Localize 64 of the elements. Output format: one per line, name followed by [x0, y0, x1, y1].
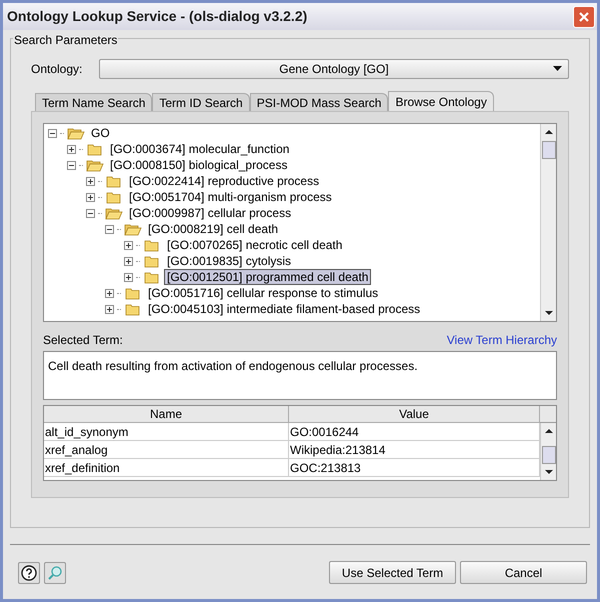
tree-item[interactable]: [GO:0012501] programmed cell death — [164, 269, 372, 285]
view-term-hierarchy-link[interactable]: View Term Hierarchy — [446, 331, 557, 349]
close-icon — [578, 10, 590, 22]
scrollbar[interactable] — [540, 423, 556, 480]
folder-icon — [143, 270, 161, 284]
expand-icon[interactable] — [124, 240, 133, 250]
collapse-icon[interactable] — [86, 208, 95, 218]
folder-icon — [124, 302, 142, 316]
collapse-icon[interactable] — [105, 224, 114, 234]
ontology-label: Ontology: — [31, 61, 84, 78]
tree-item[interactable]: [GO:0008150] biological_process — [107, 157, 290, 173]
tree-item[interactable]: [GO:0022414] reproductive process — [126, 173, 322, 189]
expand-icon[interactable] — [67, 144, 76, 154]
folder-icon — [143, 254, 161, 268]
close-button[interactable] — [573, 6, 595, 28]
table-cell: alt_id_synonym — [44, 423, 289, 440]
window-title: Ontology Lookup Service - (ols-dialog v3.2.2) — [7, 7, 308, 26]
open-folder-icon — [86, 158, 104, 172]
tree-item[interactable]: [GO:0070265] necrotic cell death — [164, 237, 346, 253]
help-icon — [21, 564, 37, 580]
dialog-button[interactable]: Cancel — [460, 561, 587, 584]
tree-item[interactable]: [GO:0051704] multi-organism process — [126, 189, 335, 205]
folder-icon — [143, 238, 161, 252]
table-cell: xref_definition — [44, 459, 289, 476]
column-header[interactable]: Name — [44, 406, 289, 423]
ontology-dropdown[interactable]: Gene Ontology [GO] — [99, 59, 569, 79]
scroll-thumb[interactable] — [542, 446, 556, 464]
dropdown-arrow-icon — [553, 66, 562, 72]
folder-icon — [105, 190, 123, 204]
tree-item[interactable]: [GO:0051716] cellular response to stimulus — [145, 285, 382, 301]
expand-icon[interactable] — [86, 192, 95, 202]
help-button[interactable] — [18, 562, 40, 584]
tab[interactable]: Term ID Search — [152, 93, 250, 111]
term-description: Cell death resulting from activation of endogenous cellular processes. — [43, 351, 557, 400]
selected-term-label: Selected Term: — [43, 332, 123, 349]
expand-icon[interactable] — [124, 272, 133, 282]
expand-icon[interactable] — [86, 176, 95, 186]
search-icon — [47, 564, 63, 580]
tab[interactable]: Browse Ontology — [388, 91, 494, 111]
open-folder-icon — [67, 126, 85, 140]
expand-icon[interactable] — [105, 304, 114, 314]
folder-icon — [105, 174, 123, 188]
header-corner — [540, 406, 556, 423]
collapse-icon[interactable] — [48, 128, 57, 138]
folder-icon — [86, 142, 104, 156]
folder-icon — [124, 286, 142, 300]
open-folder-icon — [124, 222, 142, 236]
tab[interactable]: Term Name Search — [35, 93, 152, 111]
open-folder-icon — [105, 206, 123, 220]
dialog-button[interactable]: Use Selected Term — [329, 561, 456, 584]
scrollbar[interactable] — [540, 124, 556, 321]
tree-item[interactable]: [GO:0009987] cellular process — [126, 205, 294, 221]
tree-item[interactable]: [GO:0019835] cytolysis — [164, 253, 294, 269]
expand-icon[interactable] — [105, 288, 114, 298]
tree-item[interactable]: [GO:0045103] intermediate filament-based process — [145, 301, 424, 317]
collapse-icon[interactable] — [67, 160, 76, 170]
tree-item[interactable]: [GO:0008219] cell death — [145, 221, 282, 237]
column-header[interactable]: Value — [289, 406, 540, 423]
table-cell: xref_analog — [44, 441, 289, 458]
tree-item[interactable]: [GO:0003674] molecular_function — [107, 141, 292, 157]
scroll-thumb[interactable] — [542, 141, 556, 159]
tab[interactable]: PSI-MOD Mass Search — [250, 93, 388, 111]
tree-item[interactable]: GO — [88, 125, 113, 141]
expand-icon[interactable] — [124, 256, 133, 266]
